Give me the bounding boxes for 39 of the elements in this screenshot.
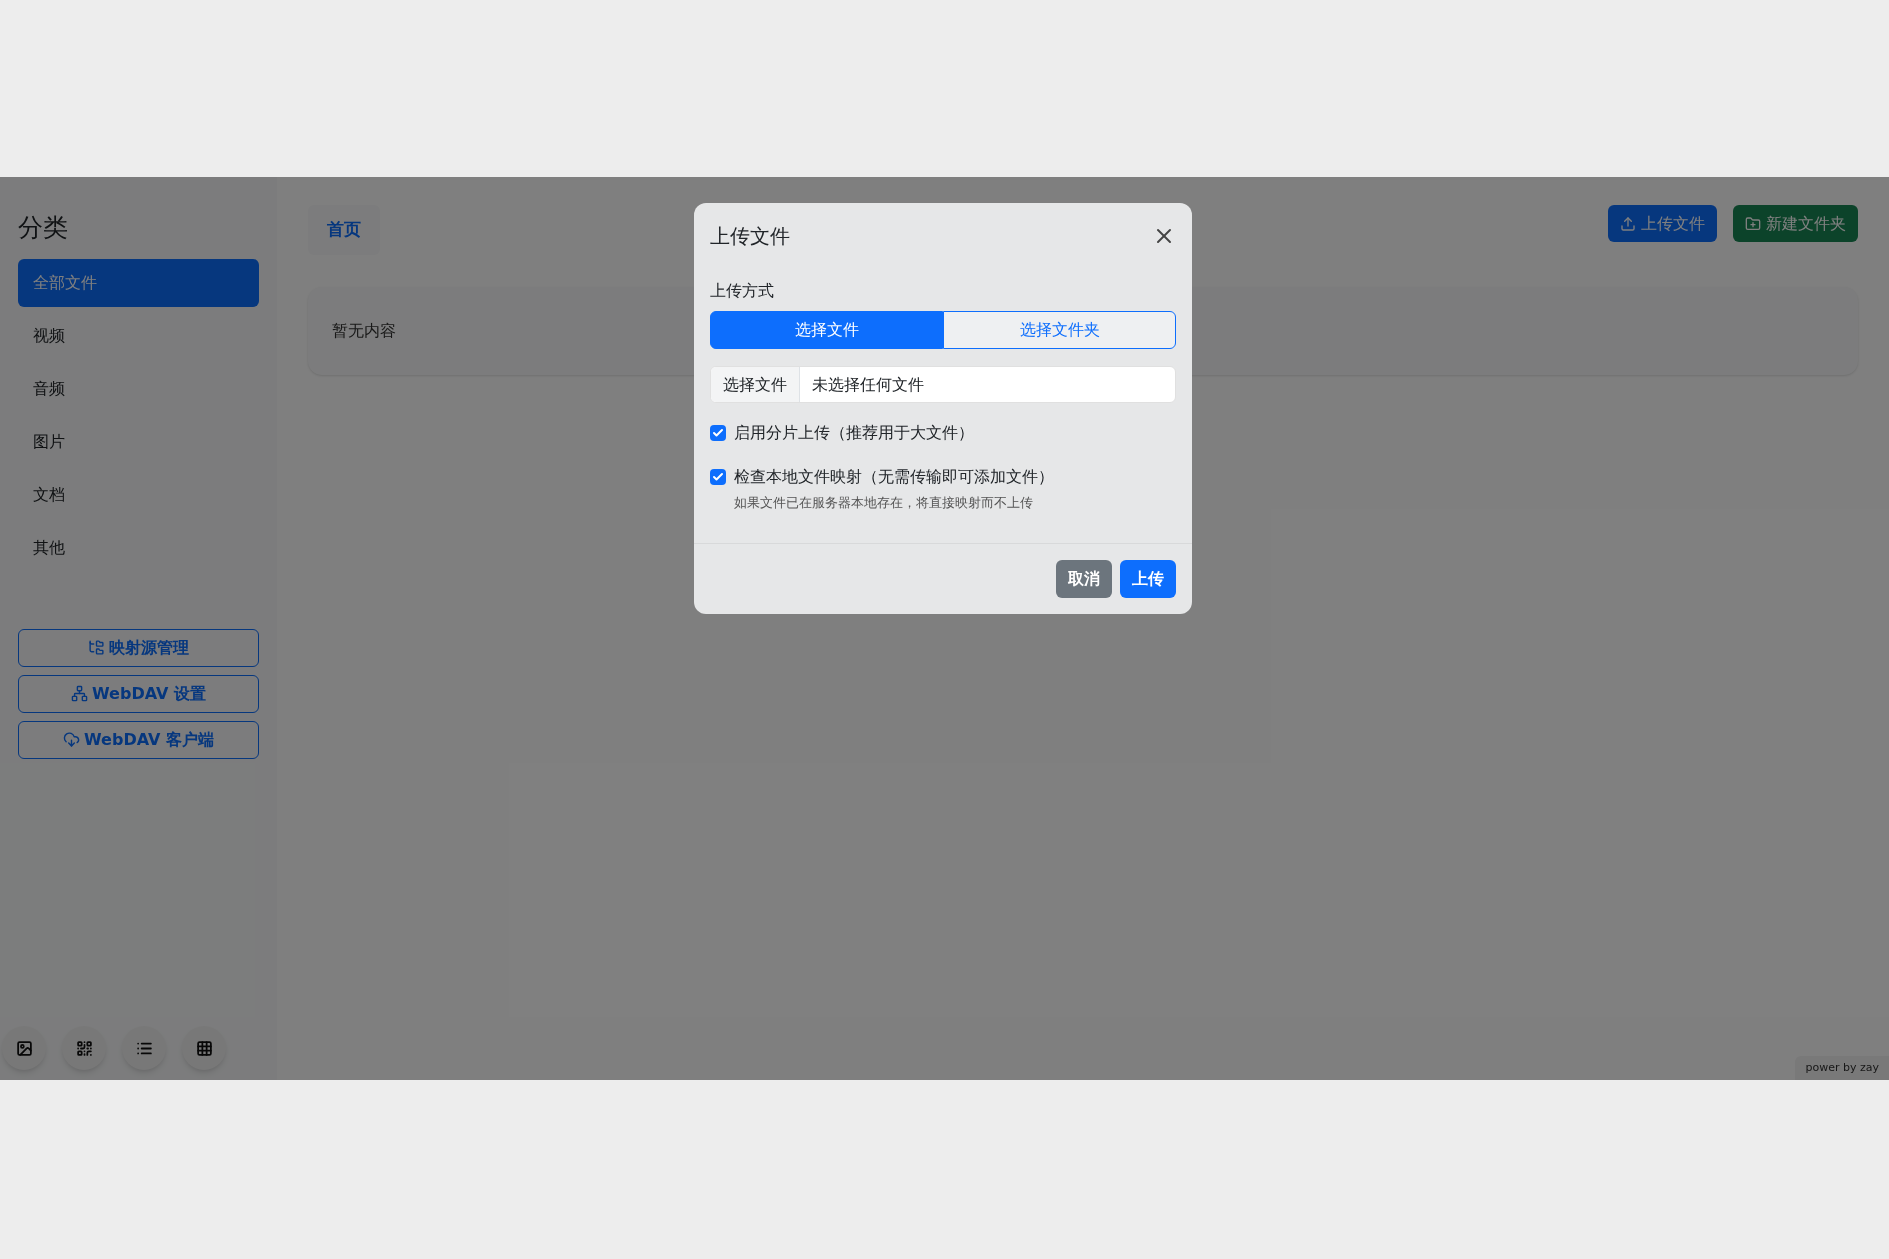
button-icon xyxy=(88,639,105,656)
sidebar-button[interactable]: WebDAV 客户端 xyxy=(18,720,259,759)
sidebar-title: 分类 xyxy=(18,212,69,244)
breadcrumb-link[interactable]: 首页 xyxy=(327,217,361,243)
button-icon xyxy=(71,685,89,702)
image-icon xyxy=(15,1039,33,1057)
dialog-button[interactable]: 取消 xyxy=(1056,559,1112,598)
sidebar-item[interactable]: 视频 xyxy=(18,311,259,360)
sidebar-item[interactable]: 图片 xyxy=(18,417,259,466)
checkbox[interactable] xyxy=(710,469,726,485)
sidebar-item[interactable]: 文档 xyxy=(18,470,259,519)
dialog-button[interactable]: 上传 xyxy=(1120,559,1176,598)
mode-tab[interactable]: 选择文件夹 xyxy=(943,311,1176,349)
sidebar-item[interactable]: 其他 xyxy=(18,523,259,572)
checkbox-label: 启用分片上传（推荐用于大文件） xyxy=(734,422,974,444)
hint-text: 如果文件已在服务器本地存在，将直接映射而不上传 xyxy=(734,494,1034,512)
folder-icon xyxy=(1745,215,1761,232)
toolbar-button[interactable]: 新建文件夹 xyxy=(1733,205,1858,242)
checkbox-label: 检查本地文件映射（无需传输即可添加文件） xyxy=(734,466,1054,488)
checkbox[interactable] xyxy=(710,425,726,441)
sidebar-button[interactable]: WebDAV 设置 xyxy=(18,674,259,713)
qr-icon xyxy=(75,1039,93,1057)
empty-message: 暂无内容 xyxy=(332,320,396,342)
table-icon xyxy=(195,1039,213,1057)
field-label: 上传方式 xyxy=(710,280,775,302)
sidebar-button[interactable]: 映射源管理 xyxy=(18,628,259,667)
sidebar-item[interactable]: 音频 xyxy=(18,364,259,413)
check-icon xyxy=(712,471,724,483)
file-input[interactable]: 选择文件 未选择任何文件 xyxy=(710,366,1176,403)
file-status: 未选择任何文件 xyxy=(811,373,925,396)
mode-tab[interactable]: 选择文件 xyxy=(710,311,943,349)
check-icon xyxy=(712,427,724,439)
dialog-title: 上传文件 xyxy=(710,223,790,250)
button-icon xyxy=(63,731,81,748)
toolbar-button[interactable]: 上传文件 xyxy=(1608,205,1717,242)
sidebar-item[interactable]: 全部文件 xyxy=(18,258,259,307)
choose-file-button[interactable]: 选择文件 xyxy=(711,367,800,402)
footer-badge: power by zay xyxy=(1795,1055,1889,1080)
upload-icon xyxy=(1620,215,1636,232)
